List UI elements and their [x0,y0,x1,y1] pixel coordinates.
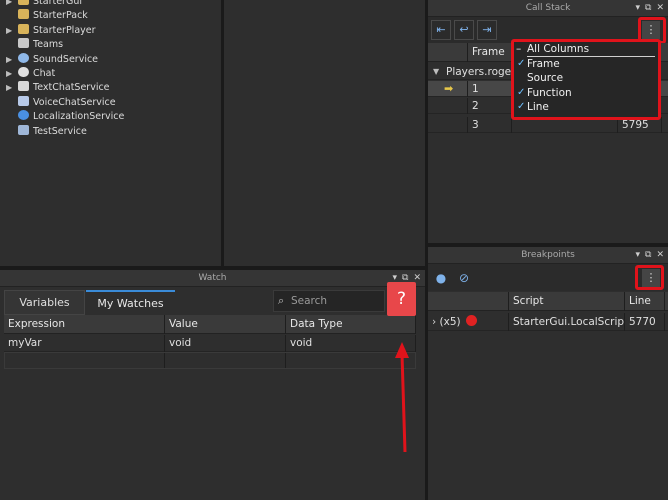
callstack-titlebar: Call Stack ▾ ⧉ ✕ [428,0,668,17]
explorer-panel: ▶ StarterGui StarterPack ▶ StarterPlayer Team… [0,0,221,266]
tab-variables[interactable]: Variables [4,290,85,315]
dropdown-icon[interactable]: ▾ [635,247,640,264]
expand-arrow-icon[interactable]: ▶ [6,81,18,95]
folder-icon [18,9,29,20]
explorer-item[interactable]: Teams [6,38,63,52]
callstack-title: Call Stack [525,3,571,13]
menu-highlight-box [511,39,661,120]
expand-arrow-icon[interactable]: ▶ [6,67,18,81]
explorer-item-label: SoundService [33,53,99,65]
undock-icon[interactable]: ⧉ [645,0,651,17]
breakpoint-script[interactable]: StarterGui.LocalScript [509,313,625,331]
watch-empty-row[interactable] [4,352,416,369]
chat-icon [18,67,29,77]
explorer-item[interactable]: ▶ TextChatService [6,81,110,95]
sound-icon [18,52,29,63]
explorer-item[interactable]: ▶ Chat [6,67,55,81]
breakpoints-toolbar: ● ⊘ ⋮ [428,264,668,291]
explorer-item[interactable]: VoiceChatService [6,95,116,110]
step-over-icon[interactable]: ↩ [454,20,474,40]
value-column-header[interactable]: Value [165,315,286,334]
frame-cell: 1 [468,81,512,97]
datatype-column-header[interactable]: Data Type [286,315,416,334]
watch-value: void [165,335,286,352]
explorer-item-label: Chat [33,68,56,79]
explorer-item-label: StarterPlayer [33,24,96,36]
watch-header: Expression Value Data Type [4,315,416,334]
callstack-panel: Call Stack ▾ ⧉ ✕ ⇤ ↩ ⇥ ⋮ Frame ▼ Players… [428,0,668,243]
explorer-item-label: Teams [33,39,64,51]
undock-icon[interactable]: ⧉ [645,247,651,264]
test-icon [18,124,29,135]
collapse-arrow-icon[interactable]: ▼ [433,64,439,80]
frame-cell: 3 [468,117,512,133]
help-badge: ? [387,282,416,316]
voicechat-icon [18,95,29,106]
expand-arrow-icon[interactable]: › [432,316,436,328]
explorer-item[interactable]: ▶ StarterPlayer [6,23,96,38]
breakpoint-row[interactable]: › (x5) StarterGui.LocalScript 5770 [428,313,668,331]
step-out-icon[interactable]: ⇥ [477,20,497,40]
breakpoints-titlebar: Breakpoints ▾ ⧉ ✕ [428,247,668,264]
watch-row[interactable]: myVar void void [4,335,416,352]
watch-panel: Watch ▾ ⧉ ✕ Variables My Watches ⌕ Searc… [0,270,425,500]
breakpoints-options-highlight [635,265,664,290]
breakpoint-dot-icon[interactable] [465,315,477,326]
explorer-item[interactable]: StarterPack [6,9,88,23]
breakpoints-panel: Breakpoints ▾ ⧉ ✕ ● ⊘ ⋮ Script Line › (x… [428,247,668,500]
frame-column-header[interactable]: Frame [468,43,512,62]
toggle-breakpoints-icon[interactable]: ● [431,268,451,288]
expand-arrow-icon[interactable]: ▶ [6,53,18,67]
expand-arrow-icon[interactable]: ▶ [6,24,18,38]
explorer-item-label: LocalizationService [33,111,125,123]
breakpoints-header: Script Line [428,292,668,311]
breakpoints-title: Breakpoints [521,250,575,260]
script-column-header[interactable]: Script [509,292,625,311]
explorer-item-label: StarterGui [33,0,82,7]
watch-search-box[interactable]: ⌕ Search [273,290,385,312]
folder-icon [18,0,29,5]
teams-icon [18,38,29,49]
step-into-icon[interactable]: ⇤ [431,20,451,40]
expand-arrow-icon[interactable]: ▶ [6,0,18,9]
search-placeholder: Search [291,295,328,307]
explorer-item[interactable]: ▶ SoundService [6,52,99,67]
explorer-item[interactable]: LocalizationService [6,110,124,124]
explorer-item[interactable]: ▶ StarterGui [6,0,82,9]
expression-column-header[interactable]: Expression [4,315,165,334]
explorer-item-label: TextChatService [33,82,110,94]
explorer-item-label: VoiceChatService [33,96,116,108]
current-frame-arrow-icon: ➡ [444,82,454,95]
search-icon: ⌕ [278,294,285,307]
tab-my-watches[interactable]: My Watches [86,290,175,315]
close-icon[interactable]: ✕ [656,247,664,264]
frame-cell: 2 [468,98,512,114]
empty-editor-area [224,0,425,266]
folder-icon [18,23,29,34]
localization-icon [18,110,29,121]
callstack-group-label: Players.roge [446,66,512,78]
explorer-item-label: StarterPack [33,10,88,22]
explorer-item[interactable]: TestService [6,124,87,139]
line-column-header[interactable]: Line [625,292,665,311]
breakpoint-line: 5770 [625,313,665,331]
dropdown-icon[interactable]: ▾ [635,0,640,17]
breakpoint-count: (x5) [439,316,461,328]
explorer-item-label: TestService [33,125,87,137]
watch-title: Watch [198,273,227,283]
watch-expression[interactable]: myVar [4,335,165,352]
textchat-icon [18,81,29,92]
disable-breakpoints-icon[interactable]: ⊘ [454,268,474,288]
annotation-arrow-icon [395,342,409,453]
close-icon[interactable]: ✕ [656,0,664,17]
watch-titlebar: Watch ▾ ⧉ ✕ [0,270,425,287]
